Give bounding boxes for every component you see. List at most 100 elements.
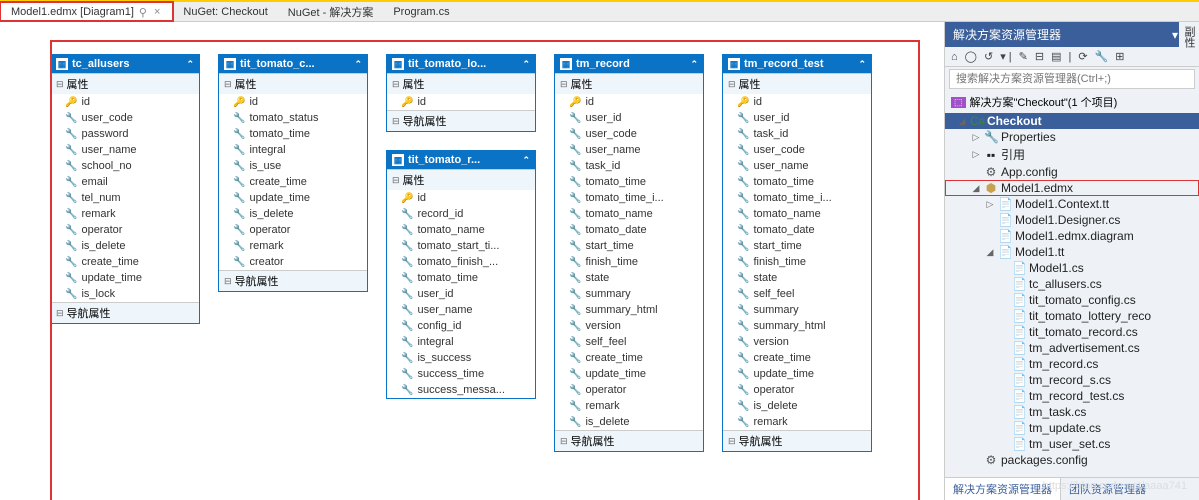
entity-property[interactable]: 🔧config_id (387, 318, 535, 334)
entity-property[interactable]: 🔧operator (723, 382, 871, 398)
close-icon[interactable]: × (152, 6, 162, 18)
tree-cs-file[interactable]: 📄tm_task.cs (945, 404, 1199, 420)
entity-property[interactable]: 🔧tomato_start_ti... (387, 238, 535, 254)
entity-tit_tomato_r...[interactable]: ▦tit_tomato_r...⌃⊟属性🔑id🔧record_id🔧tomato… (386, 150, 536, 399)
entity-property[interactable]: 🔧creator (219, 254, 367, 270)
entity-property[interactable]: 🔧email (51, 174, 199, 190)
tree-references[interactable]: ▷▪▪引用 (945, 145, 1199, 164)
entity-property[interactable]: 🔧tomato_time_i... (723, 190, 871, 206)
entity-property[interactable]: 🔧operator (219, 222, 367, 238)
entity-property[interactable]: 🔧user_name (555, 142, 703, 158)
entity-property[interactable]: 🔧success_time (387, 366, 535, 382)
entity-property[interactable]: 🔧tomato_time (555, 174, 703, 190)
tree-cs-file[interactable]: 📄tit_tomato_lottery_reco (945, 308, 1199, 324)
tree-cs-file[interactable]: 📄tit_tomato_config.cs (945, 292, 1199, 308)
chevron-up-icon[interactable]: ⌃ (858, 59, 866, 70)
entity-property[interactable]: 🔧tomato_time (219, 126, 367, 142)
tree-packages[interactable]: ⚙packages.config (945, 452, 1199, 468)
entity-tit_tomato_c...[interactable]: ▦tit_tomato_c...⌃⊟属性🔑id🔧tomato_status🔧to… (218, 54, 368, 292)
entity-property[interactable]: 🔧update_time (51, 270, 199, 286)
tree-cs-file[interactable]: 📄tc_allusers.cs (945, 276, 1199, 292)
entity-property[interactable]: 🔧is_use (219, 158, 367, 174)
entity-tm_record[interactable]: ▦tm_record⌃⊟属性🔑id🔧user_id🔧user_code🔧user… (554, 54, 704, 452)
entity-property[interactable]: 🔧update_time (219, 190, 367, 206)
entity-property[interactable]: 🔧finish_time (555, 254, 703, 270)
entity-property[interactable]: 🔧create_time (555, 350, 703, 366)
back-icon[interactable]: ◯ (965, 50, 977, 63)
chevron-up-icon[interactable]: ⌃ (690, 59, 698, 70)
entity-property[interactable]: 🔧tomato_time (387, 270, 535, 286)
entity-property[interactable]: 🔧tomato_time (723, 174, 871, 190)
props-section[interactable]: ⊟属性 (219, 73, 367, 94)
entity-property[interactable]: 🔧create_time (723, 350, 871, 366)
tab-program-cs[interactable]: Program.cs (383, 2, 459, 21)
pin-icon[interactable]: ⚲ (139, 6, 147, 19)
tree-cs-file[interactable]: 📄tm_record_s.cs (945, 372, 1199, 388)
entity-property[interactable]: 🔧summary (555, 286, 703, 302)
props-section[interactable]: ⊟属性 (555, 73, 703, 94)
entity-property[interactable]: 🔧is_lock (51, 286, 199, 302)
entity-property[interactable]: 🔧tomato_status (219, 110, 367, 126)
entity-property[interactable]: 🔑id (555, 94, 703, 110)
entity-property[interactable]: 🔑id (219, 94, 367, 110)
entity-property[interactable]: 🔧remark (219, 238, 367, 254)
solution-node[interactable]: ⬚ 解决方案"Checkout"(1 个项目) (945, 91, 1199, 113)
entity-property[interactable]: 🔧user_id (723, 110, 871, 126)
entity-property[interactable]: 🔧is_delete (723, 398, 871, 414)
tree-context-tt[interactable]: ▷📄Model1.Context.tt (945, 196, 1199, 212)
entity-property[interactable]: 🔧integral (219, 142, 367, 158)
bottom-tab-team[interactable]: 团队资源管理器 (1061, 478, 1154, 500)
wrench-icon[interactable]: 🔧 (1095, 50, 1109, 63)
entity-property[interactable]: 🔧tomato_name (555, 206, 703, 222)
entity-tm_record_test[interactable]: ▦tm_record_test⌃⊟属性🔑id🔧user_id🔧task_id🔧u… (722, 54, 872, 452)
entity-property[interactable]: 🔧user_code (723, 142, 871, 158)
tree-cs-file[interactable]: 📄tm_record_test.cs (945, 388, 1199, 404)
entity-property[interactable]: 🔧summary (723, 302, 871, 318)
entity-property[interactable]: 🔧is_delete (219, 206, 367, 222)
entity-header[interactable]: ▦tit_tomato_r...⌃ (387, 151, 535, 169)
entity-property[interactable]: 🔧state (555, 270, 703, 286)
entity-property[interactable]: 🔧create_time (51, 254, 199, 270)
entity-property[interactable]: 🔧start_time (555, 238, 703, 254)
refresh-icon[interactable]: ⟳ (1078, 50, 1087, 63)
entity-property[interactable]: 🔑id (723, 94, 871, 110)
search-input[interactable] (949, 69, 1195, 89)
props-section[interactable]: ⊟属性 (51, 73, 199, 94)
entity-property[interactable]: 🔧summary_html (723, 318, 871, 334)
tree-cs-file[interactable]: 📄tm_update.cs (945, 420, 1199, 436)
tree-cs-file[interactable]: 📄tm_record.cs (945, 356, 1199, 372)
side-tab-properties[interactable]: 副性 (1179, 22, 1199, 52)
tree-cs-file[interactable]: 📄tit_tomato_record.cs (945, 324, 1199, 340)
entity-property[interactable]: 🔧create_time (219, 174, 367, 190)
entity-property[interactable]: 🔑id (51, 94, 199, 110)
entity-property[interactable]: 🔧summary_html (555, 302, 703, 318)
nav-section[interactable]: ⊟导航属性 (51, 302, 199, 323)
nav-section[interactable]: ⊟导航属性 (555, 430, 703, 451)
props-section[interactable]: ⊟属性 (723, 73, 871, 94)
entity-property[interactable]: 🔧user_id (555, 110, 703, 126)
entity-header[interactable]: ▦tit_tomato_lo...⌃ (387, 55, 535, 73)
entity-property[interactable]: 🔧version (555, 318, 703, 334)
tree-designer-cs[interactable]: 📄Model1.Designer.cs (945, 212, 1199, 228)
tree-cs-file[interactable]: 📄tm_user_set.cs (945, 436, 1199, 452)
entity-property[interactable]: 🔧tomato_name (387, 222, 535, 238)
entity-property[interactable]: 🔧tomato_time_i... (555, 190, 703, 206)
tree-appconfig[interactable]: ⚙App.config (945, 164, 1199, 180)
entity-property[interactable]: 🔧user_id (387, 286, 535, 302)
entity-property[interactable]: 🔧operator (51, 222, 199, 238)
props-section[interactable]: ⊟属性 (387, 73, 535, 94)
entity-property[interactable]: 🔧update_time (723, 366, 871, 382)
entity-header[interactable]: ▦tm_record⌃ (555, 55, 703, 73)
entity-property[interactable]: 🔧self_feel (723, 286, 871, 302)
edmx-designer-canvas[interactable]: ▦tc_allusers⌃⊟属性🔑id🔧user_code🔧password🔧u… (0, 22, 944, 500)
entity-property[interactable]: 🔧record_id (387, 206, 535, 222)
nav-section[interactable]: ⊟导航属性 (219, 270, 367, 291)
entity-property[interactable]: 🔧user_code (555, 126, 703, 142)
entity-property[interactable]: 🔧user_name (51, 142, 199, 158)
home-icon[interactable]: ⌂ (951, 51, 958, 63)
entity-property[interactable]: 🔑id (387, 190, 535, 206)
entity-property[interactable]: 🔧tel_num (51, 190, 199, 206)
nav-section[interactable]: ⊟导航属性 (723, 430, 871, 451)
tree-diagram[interactable]: 📄Model1.edmx.diagram (945, 228, 1199, 244)
entity-header[interactable]: ▦tit_tomato_c...⌃ (219, 55, 367, 73)
